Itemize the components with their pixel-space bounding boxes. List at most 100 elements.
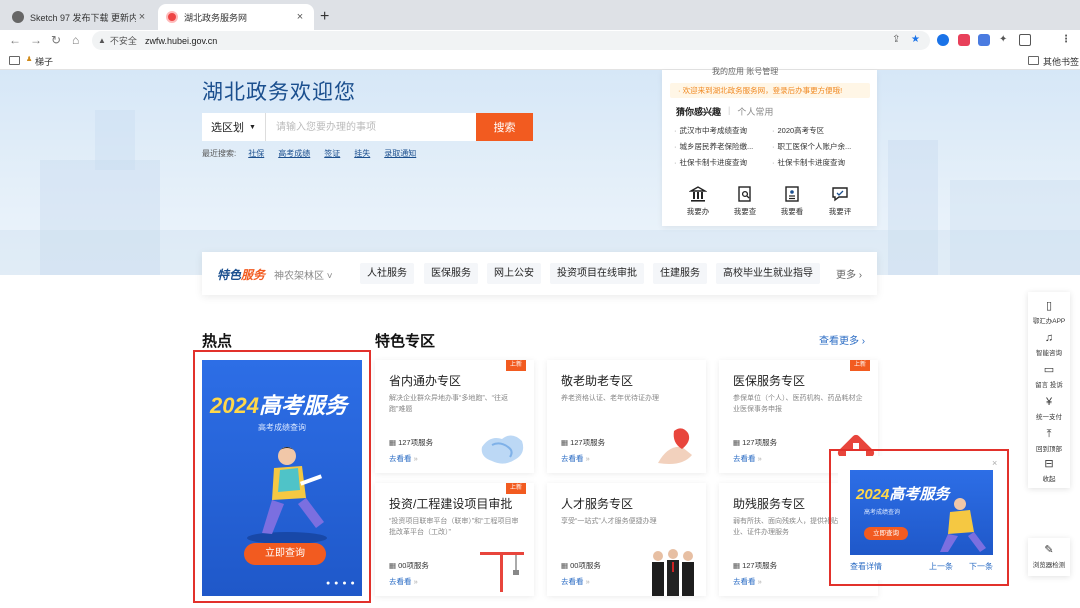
puzzle-icon[interactable]: ✦ [999,34,1007,45]
business-people-illustration [652,549,694,596]
feature-more-link[interactable]: 更多 › [836,266,862,281]
tab-interested[interactable]: 猜你感兴趣 [676,105,721,118]
feature-region-select[interactable]: 神农架林区 ˅ [274,267,333,282]
comment-icon [832,187,848,202]
pagoda-silhouette [95,110,135,170]
card-count: 127项服务 [389,437,433,448]
service-card[interactable]: 人才服务专区 享受“一站式”人才服务便捷办理 00项服务 去看看 [547,483,706,596]
suggested-link[interactable]: 武汉市中考成绩查询 [674,125,772,136]
address-bar[interactable]: ▲ 不安全 zwfw.hubei.gov.cn [92,31,930,50]
tab-title: 湖北政务服务网 [184,12,248,23]
site-favicon-icon [166,11,178,23]
sidebar-icon[interactable] [1019,34,1031,46]
float-item-label: 回到顶部 [1036,446,1062,453]
recent-search-link[interactable]: 挂失 [354,148,370,159]
message-icon: ▭ [1043,364,1055,376]
forward-icon[interactable]: → [30,33,42,47]
highlight-frame [829,449,1009,586]
search-box: 选区划 ▼ [202,113,476,141]
new-tab-button[interactable]: + [320,8,329,26]
card-go-link[interactable]: 去看看 [561,576,590,587]
float-item-top[interactable]: ⤒ 回到顶部 [1028,428,1070,453]
search-input[interactable] [266,114,466,140]
feature-item[interactable]: 投资项目在线审批 [550,263,644,284]
hot-section-title: 热点 [202,333,233,350]
feature-logo-b: 服务 [241,268,266,282]
region-select[interactable]: 选区划 ▼ [202,113,266,141]
card-desc: 参保单位（个人）、医药机构、药品耗材企业医保事务申报 [733,395,863,413]
recent-search-link[interactable]: 高考成绩 [278,148,310,159]
card-count: 127项服务 [561,437,605,448]
float-item-complaint[interactable]: ▭ 留言 投诉 [1028,364,1070,389]
panel-header-cut[interactable]: 我的应用 账号管理 [712,66,778,77]
service-card[interactable]: 上新 投资/工程建设项目审批 “投资项目联审平台（联审）”和“工程项目审批改革平… [375,483,534,596]
float-item-label: 收起 [1042,476,1056,483]
warning-icon: ▲ [98,36,106,45]
suggested-link[interactable]: 城乡居民养老保险缴... [674,141,772,152]
tab-close-icon[interactable]: × [294,11,306,23]
service-card[interactable]: 敬老助老专区 养老资格认证、老年优待证办理 127项服务 去看看 [547,360,706,473]
new-badge: 上新 [850,360,870,371]
pen-icon: ✎ [1044,544,1054,556]
feature-item[interactable]: 人社服务 [360,263,414,284]
quick-action-label: 我要评 [828,207,852,216]
feature-item[interactable]: 高校毕业生就业指导 [716,263,820,284]
hero-banner [0,70,1080,275]
float-item-collapse[interactable]: ⊟ 收起 [1028,458,1070,483]
feature-item[interactable]: 网上公安 [487,263,541,284]
recent-search-link[interactable]: 签证 [324,148,340,159]
map-illustration [481,435,524,464]
back-icon[interactable]: ← [9,33,21,47]
service-card[interactable]: 上新 省内通办专区 解决企业群众异地办事“多地跑”、“往返跑”难题 127项服务… [375,360,534,473]
crane-illustration [480,552,524,592]
float-item-payment[interactable]: ¥ 统一支付 [1028,396,1070,421]
quick-action-apply[interactable]: 我要办 [678,185,718,217]
recent-search-link[interactable]: 社保 [248,148,264,159]
recent-search-link[interactable]: 录取通知 [384,148,416,159]
quick-action-label: 我要查 [733,207,757,216]
new-badge: 上新 [506,360,526,371]
tab-sketch[interactable]: Sketch 97 发布下载 更新内容与 × [4,4,156,30]
card-go-link[interactable]: 去看看 [389,576,418,587]
quick-action-view[interactable]: 我要看 [772,185,812,217]
view-more-link[interactable]: 查看更多 › [819,332,865,347]
card-go-link[interactable]: 去看看 [733,576,762,587]
other-bookmarks[interactable]: 其他书签 [1043,55,1079,68]
bookmark-item[interactable]: 梯子 [35,55,53,68]
quick-action-query[interactable]: 我要查 [725,185,765,217]
suggested-link[interactable]: 社保卡制卡进度查询 [674,157,772,168]
card-desc: 养老资格认证、老年优待证办理 [561,395,659,402]
suggested-link[interactable]: 职工医保个人账户余... [772,141,870,152]
browser-check-button[interactable]: ✎ 浏览器检测 [1028,538,1070,576]
float-item-app[interactable]: ▯ 鄂汇办APP [1028,300,1070,325]
card-go-link[interactable]: 去看看 [561,453,590,464]
card-title: 助残服务专区 [733,497,806,511]
suggested-link[interactable]: 社保卡制卡进度查询 [772,157,870,168]
quick-action-review[interactable]: 我要评 [820,185,860,217]
tab-separator: | [728,105,731,115]
feature-item[interactable]: 住建服务 [653,263,707,284]
suggested-link[interactable]: 2020高考专区 [772,125,870,136]
card-title: 敬老助老专区 [561,374,634,388]
highlight-frame [193,350,371,603]
tab-close-icon[interactable]: × [136,11,148,23]
float-item-consult[interactable]: ♫ 智能咨询 [1028,332,1070,357]
card-go-link[interactable]: 去看看 [389,453,418,464]
home-icon[interactable]: ⌂ [72,33,79,47]
share-icon[interactable]: ⇪ [892,34,900,45]
float-item-label: 鄂汇办APP [1032,318,1066,325]
menu-icon[interactable]: ⋮ [1061,34,1071,45]
reload-icon[interactable]: ↻ [51,33,61,47]
tab-hubei[interactable]: 湖北政务服务网 × [158,4,314,30]
extension-icon[interactable] [937,34,949,46]
feature-item[interactable]: 医保服务 [424,263,478,284]
bookmark-star-icon[interactable]: ★ [911,34,920,45]
quick-action-label: 我要办 [686,207,710,216]
tab-frequent[interactable]: 个人常用 [737,105,773,118]
extension-icon[interactable] [958,34,970,46]
translate-icon[interactable] [978,34,990,46]
search-button[interactable]: 搜索 [476,113,533,141]
card-go-link[interactable]: 去看看 [733,453,762,464]
card-count: 00项服务 [389,560,429,571]
card-count: 127项服务 [733,560,777,571]
